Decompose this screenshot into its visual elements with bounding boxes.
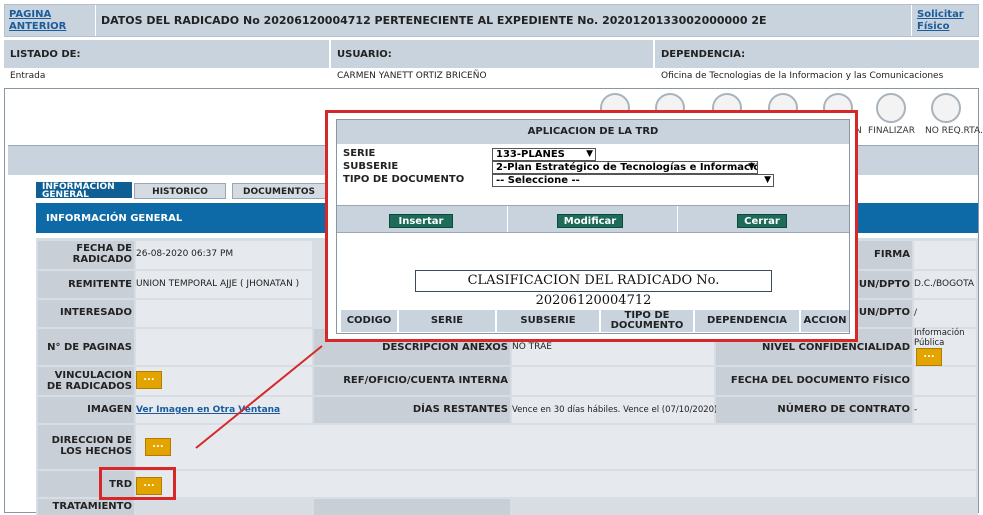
dependencia-label: DEPENDENCIA: — [655, 40, 979, 68]
fecha-radicado-label: FECHA DE RADICADO — [38, 241, 134, 269]
ref-oficio-label: REF/OFICIO/CUENTA INTERNA — [314, 367, 510, 395]
cell — [914, 367, 976, 395]
modificar-button[interactable]: Modificar — [557, 214, 623, 228]
clasificacion-title: CLASIFICACION DEL RADICADO No. 202061200… — [415, 270, 772, 308]
descripcion-anexos-value: NO TRAE — [512, 342, 552, 352]
cell — [914, 397, 976, 423]
subserie-label: SUBSERIE — [343, 161, 399, 172]
divider — [95, 5, 96, 36]
tratamiento-label: TRATAMIENTO — [38, 499, 134, 515]
subserie-select[interactable]: 2-Plan Estratégico de Tecnologías e Info… — [492, 161, 758, 174]
page-title: DATOS DEL RADICADO No 20206120004712 PER… — [101, 14, 767, 27]
col-codigo: CODIGO — [341, 310, 397, 332]
col-dependencia: DEPENDENCIA — [695, 310, 799, 332]
serie-select-value: 133-PLANES — [496, 149, 565, 160]
chevron-down-icon: ▼ — [748, 162, 755, 172]
cell — [136, 300, 312, 327]
col-accion: ACCION — [801, 310, 849, 332]
nivel-button[interactable]: ... — [916, 348, 942, 366]
chevron-down-icon: ▼ — [586, 149, 593, 159]
dependencia-value: Oficina de Tecnologias de la Informacion… — [661, 71, 944, 81]
finalizar-icon[interactable] — [876, 93, 906, 123]
usuario-value: CARMEN YANETT ORTIZ BRICEÑO — [337, 71, 487, 81]
listado-value: Entrada — [10, 71, 46, 81]
mun-dpto-value: D.C./BOGOTA — [914, 279, 975, 289]
tipo-documento-label: TIPO DE DOCUMENTO — [343, 174, 465, 185]
imagen-label: IMAGEN — [38, 397, 134, 423]
divider — [507, 206, 508, 232]
vinculacion-label: VINCULACION DE RADICADOS — [38, 367, 134, 395]
divider — [911, 5, 912, 36]
cell — [314, 499, 510, 515]
interesado-label: INTERESADO — [38, 300, 134, 327]
listado-label: LISTADO DE: — [4, 40, 329, 68]
chevron-down-icon: ▼ — [764, 175, 771, 185]
col-subserie: SUBSERIE — [497, 310, 599, 332]
back-link[interactable]: PAGINA ANTERIOR — [9, 9, 89, 33]
remitente-value: UNION TEMPORAL AJJE ( JHONATAN ) — [136, 279, 300, 289]
cell — [136, 471, 976, 497]
direccion-button[interactable]: ... — [145, 438, 171, 456]
cell — [512, 367, 714, 395]
dias-restantes-label: DÍAS RESTANTES — [314, 397, 510, 423]
col-tipo-documento: TIPO DE DOCUMENTO — [601, 310, 693, 332]
direccion-label: DIRECCION DE LOS HECHOS — [38, 425, 134, 469]
cell — [914, 300, 976, 327]
subserie-select-value: 2-Plan Estratégico de Tecnologías e Info… — [496, 162, 758, 173]
no-req-rta-label[interactable]: NO REQ.RTA. — [925, 126, 983, 136]
divider — [677, 206, 678, 232]
annotation-arrow — [195, 345, 323, 449]
trd-modal: APLICACION DE LA TRD SERIE 133-PLANES ▼ … — [325, 110, 858, 342]
serie-select[interactable]: 133-PLANES ▼ — [492, 148, 596, 161]
no-req-rta-icon[interactable] — [931, 93, 961, 123]
contrato-label: NÚMERO DE CONTRATO — [716, 397, 912, 423]
contrato-value: - — [914, 405, 918, 415]
insertar-button[interactable]: Insertar — [389, 214, 453, 228]
nivel-confidencialidad-value: Información Pública — [914, 328, 965, 348]
tab-historico[interactable]: HISTORICO — [134, 183, 226, 199]
tab-informacion-general[interactable]: INFORMACION GENERAL — [36, 182, 132, 200]
paginas-label: N° DE PAGINAS — [38, 329, 134, 365]
dias-restantes-value: Vence en 30 días hábiles. Vence el (07/1… — [512, 405, 718, 415]
title-text: DATOS DEL RADICADO No 20206120004712 PER… — [101, 14, 767, 27]
cell — [914, 241, 976, 269]
remitente-label: REMITENTE — [38, 271, 134, 298]
vinculacion-button[interactable]: ... — [136, 371, 162, 389]
serie-label: SERIE — [343, 148, 376, 159]
finalizar-label[interactable]: FINALIZAR — [868, 126, 915, 136]
modal-title: APLICACION DE LA TRD — [337, 120, 849, 144]
col-serie: SERIE — [399, 310, 495, 332]
usuario-label: USUARIO: — [331, 40, 653, 68]
solicitar-fisico-link[interactable]: Solicitar Físico — [917, 9, 977, 33]
mun-dpto-value: / — [914, 308, 918, 318]
header-bar: PAGINA ANTERIOR DATOS DEL RADICADO No 20… — [4, 4, 979, 37]
fecha-radicado-value: 26-08-2020 06:37 PM — [136, 249, 234, 259]
modal-body: APLICACION DE LA TRD SERIE 133-PLANES ▼ … — [336, 119, 850, 334]
modal-button-bar: Insertar Modificar Cerrar — [337, 205, 849, 233]
tipo-documento-select[interactable]: -- Seleccione -- ▼ — [492, 174, 774, 187]
cerrar-button[interactable]: Cerrar — [737, 214, 787, 228]
fecha-fisico-label: FECHA DEL DOCUMENTO FÍSICO — [716, 367, 912, 395]
tab-documentos[interactable]: DOCUMENTOS — [232, 183, 326, 199]
trd-highlight — [99, 467, 176, 500]
tipo-documento-select-value: -- Seleccione -- — [496, 175, 580, 186]
